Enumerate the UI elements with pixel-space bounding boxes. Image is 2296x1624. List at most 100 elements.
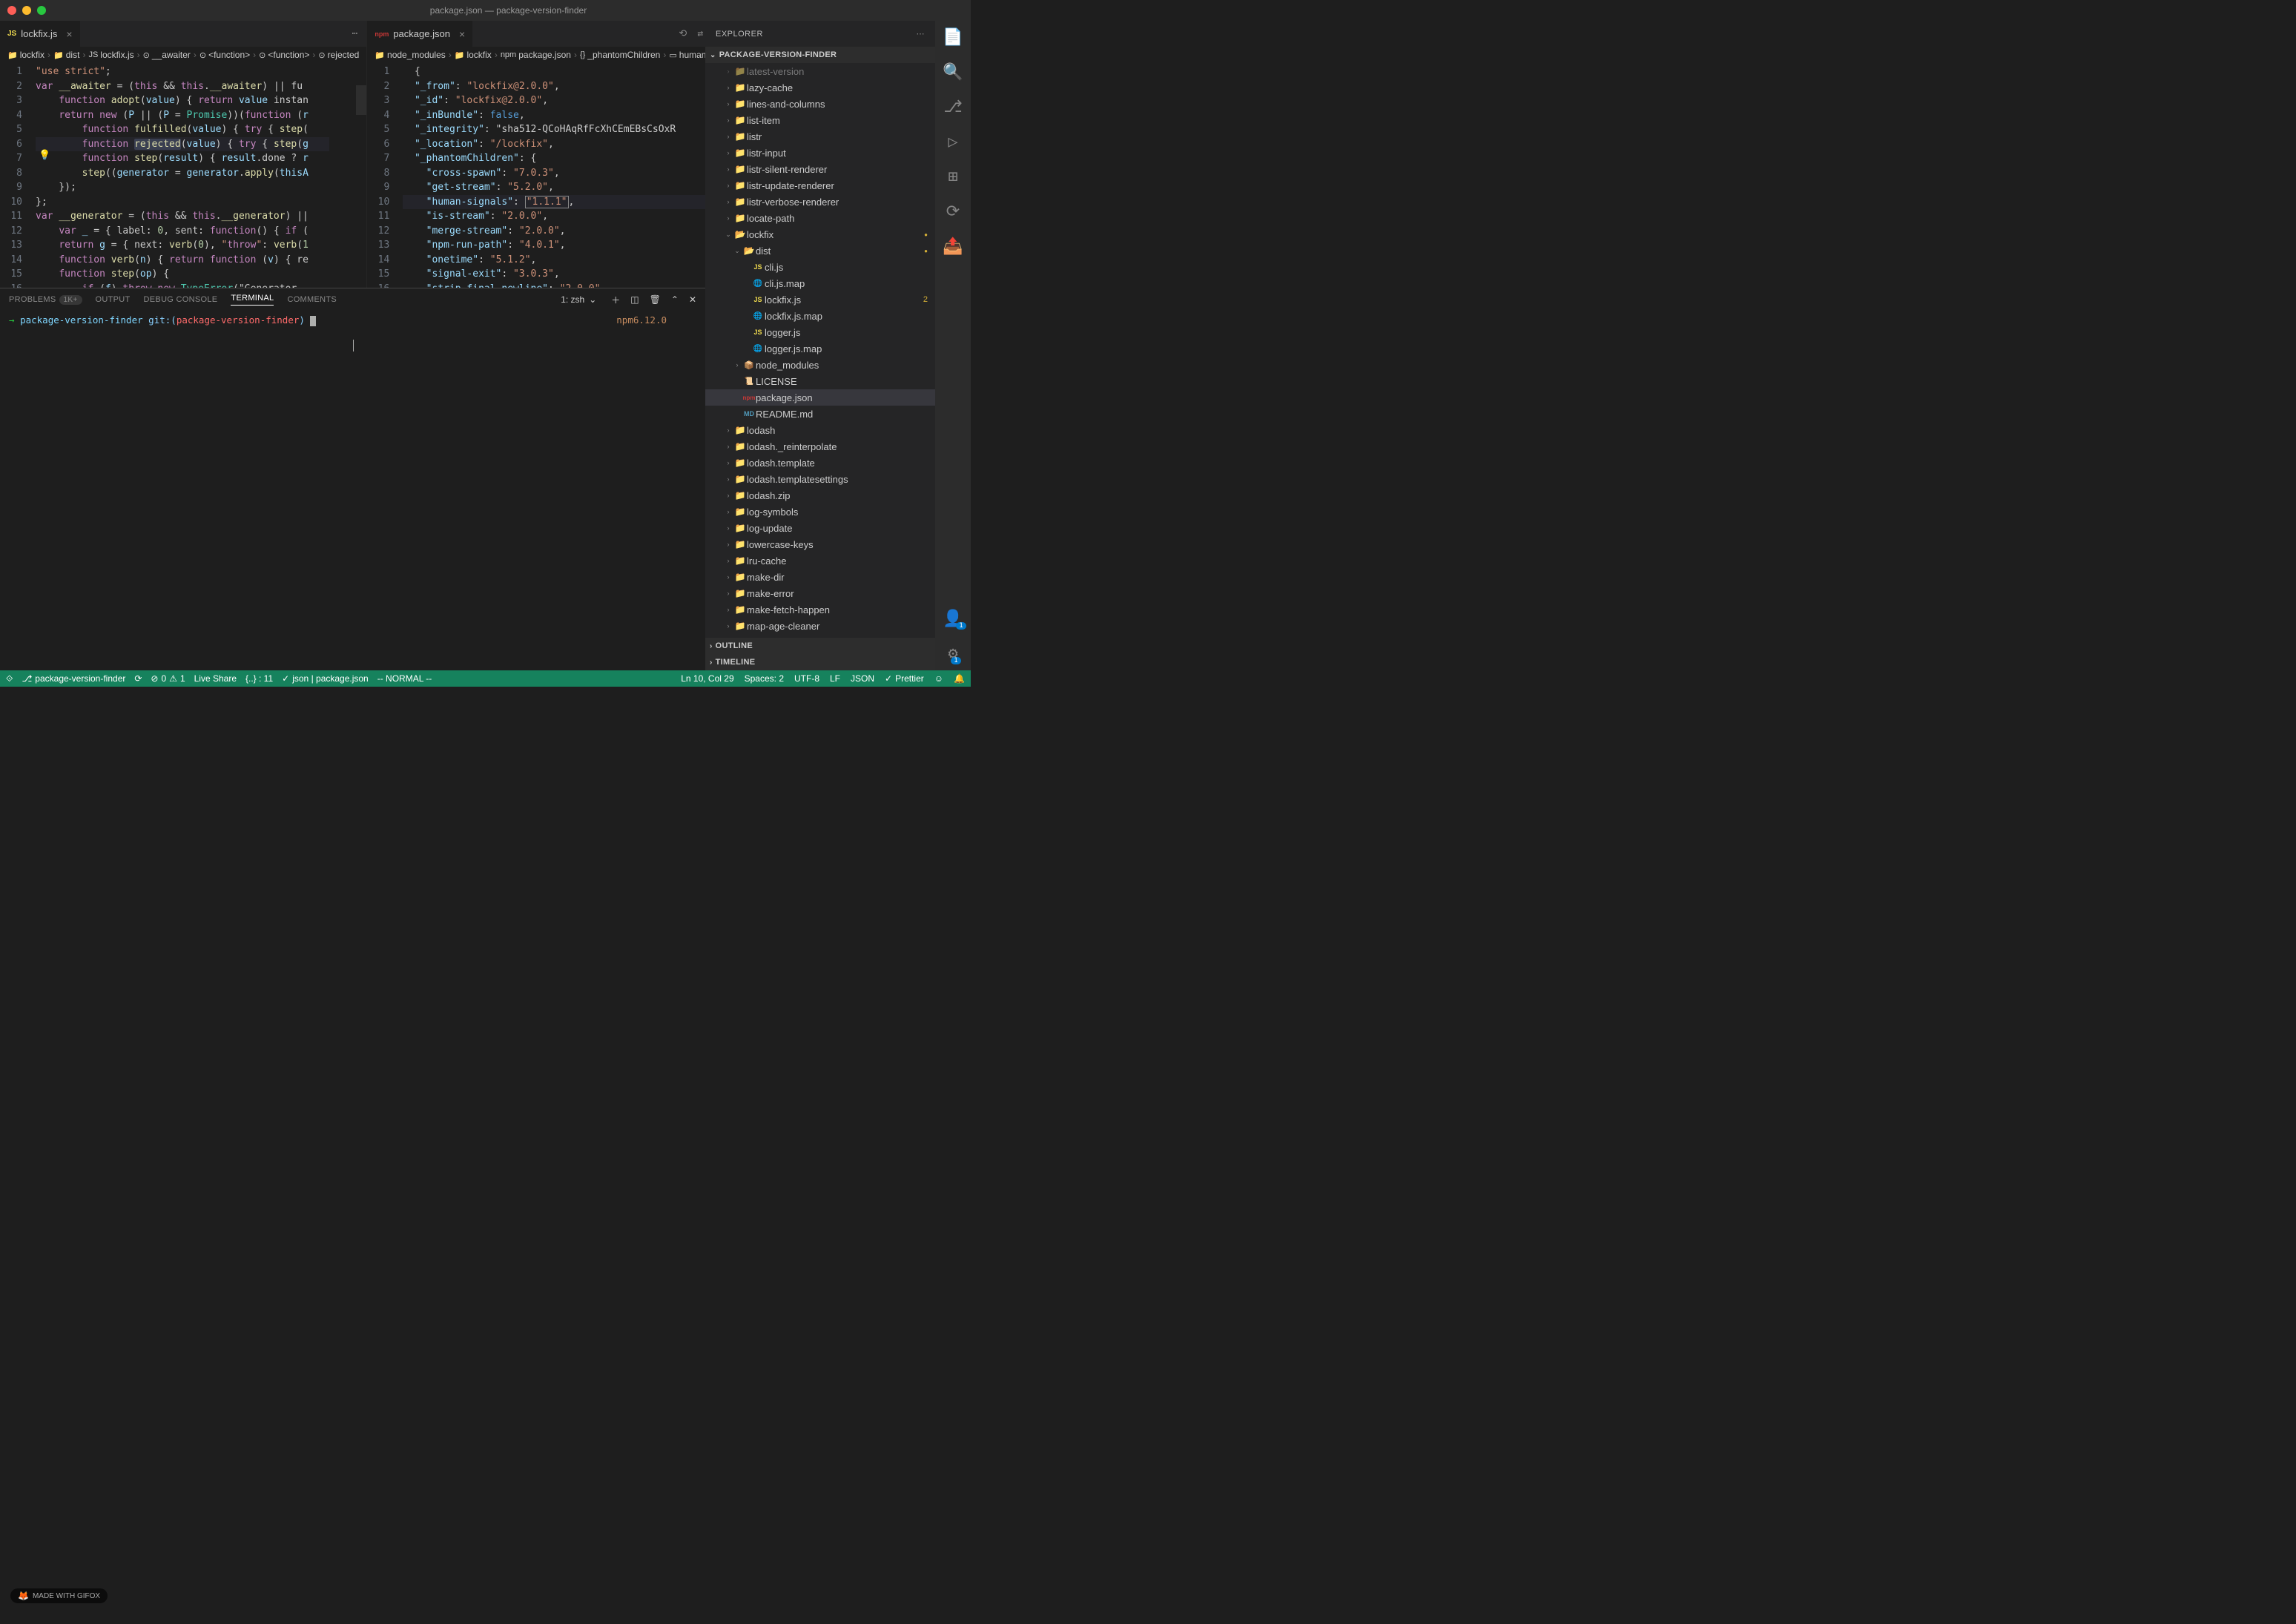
- source-control-icon[interactable]: ⎇: [943, 98, 962, 116]
- file-tree-item[interactable]: 🌐cli.js.map: [705, 275, 935, 291]
- cursor-position[interactable]: Ln 10, Col 29: [681, 673, 733, 684]
- file-tree-item[interactable]: ›📁latest-version: [705, 63, 935, 79]
- more-icon[interactable]: ⋯: [352, 28, 358, 39]
- file-tree-item[interactable]: JSlockfix.js2: [705, 291, 935, 308]
- file-tree-item[interactable]: ⌄📂lockfix●: [705, 226, 935, 242]
- remote-icon[interactable]: ⟳: [946, 202, 960, 221]
- file-tree-item[interactable]: ›📁listr-silent-renderer: [705, 161, 935, 177]
- indentation[interactable]: Spaces: 2: [745, 673, 784, 684]
- panel-close-icon[interactable]: ✕: [689, 294, 696, 305]
- problems-status[interactable]: ⊘ 0 ⚠ 1: [151, 673, 185, 684]
- breadcrumb-item[interactable]: ▭human-signals: [669, 50, 705, 60]
- compare-icon[interactable]: ⇄: [697, 28, 703, 39]
- file-type-status[interactable]: ✓ json | package.json: [282, 673, 369, 684]
- breadcrumb-item[interactable]: 📁node_modules: [375, 50, 445, 60]
- prettier-status[interactable]: ✓ Prettier: [885, 673, 924, 684]
- file-tree-item[interactable]: 📜LICENSE: [705, 373, 935, 389]
- settings-icon[interactable]: ⚙1: [948, 644, 957, 663]
- breadcrumb-item[interactable]: ⊙<function>: [259, 50, 309, 60]
- history-icon[interactable]: ⟲: [679, 28, 687, 39]
- file-tree-item[interactable]: JScli.js: [705, 259, 935, 275]
- breadcrumb-item[interactable]: ⊙__awaiter: [143, 50, 191, 60]
- breadcrumb-item[interactable]: JSlockfix.js: [88, 50, 133, 60]
- terminal[interactable]: → package-version-finder git:(package-ve…: [0, 311, 705, 670]
- split-terminal-icon[interactable]: ◫: [630, 294, 639, 305]
- code-area-left[interactable]: 💡 12345678910111213141516 "use strict";v…: [0, 63, 366, 288]
- close-tab-icon[interactable]: ×: [459, 28, 465, 40]
- tab-lockfix-js[interactable]: JS lockfix.js ×: [0, 21, 81, 47]
- file-tree-item[interactable]: ›📁make-error: [705, 585, 935, 601]
- file-tree-item[interactable]: JSlogger.js: [705, 324, 935, 340]
- breadcrumb-item[interactable]: 📁lockfix: [7, 50, 44, 60]
- tab-package-json[interactable]: npm package.json ×: [367, 21, 473, 47]
- explorer-root[interactable]: ⌄ PACKAGE-VERSION-FINDER: [705, 47, 935, 63]
- feedback-icon[interactable]: ☺: [934, 673, 943, 684]
- file-tree-item[interactable]: ›📁listr-update-renderer: [705, 177, 935, 194]
- file-tree-item[interactable]: ›📁listr-verbose-renderer: [705, 194, 935, 210]
- new-terminal-icon[interactable]: ＋: [611, 294, 620, 306]
- minimap-left[interactable]: [329, 63, 366, 288]
- file-tree-item[interactable]: ›📁locate-path: [705, 210, 935, 226]
- file-tree-item[interactable]: ›📁listr-input: [705, 145, 935, 161]
- file-tree-item[interactable]: ›📁make-fetch-happen: [705, 601, 935, 618]
- live-share[interactable]: Live Share: [194, 673, 237, 684]
- file-tree-item[interactable]: 🌐lockfix.js.map: [705, 308, 935, 324]
- file-tree-item[interactable]: ›📁lodash.templatesettings: [705, 471, 935, 487]
- minimize-window-button[interactable]: [22, 6, 31, 15]
- breadcrumb-item[interactable]: {}_phantomChildren: [580, 50, 660, 60]
- panel-tab-comments[interactable]: COMMENTS: [287, 295, 337, 304]
- explorer-icon[interactable]: 📄: [943, 28, 963, 47]
- breadcrumb-item[interactable]: 📁dist: [53, 50, 79, 60]
- file-tree-item[interactable]: npmpackage.json: [705, 389, 935, 406]
- file-tree-item[interactable]: ›📁lowercase-keys: [705, 536, 935, 552]
- code-right[interactable]: { "_from": "lockfix@2.0.0", "_id": "lock…: [403, 63, 705, 288]
- account-icon[interactable]: 👤1: [943, 610, 963, 628]
- file-tree-item[interactable]: ›📁lru-cache: [705, 552, 935, 569]
- breadcrumbs-right[interactable]: 📁node_modules›📁lockfix›npmpackage.json›{…: [367, 47, 705, 63]
- file-tree-item[interactable]: ›📁log-update: [705, 520, 935, 536]
- file-tree-item[interactable]: MDREADME.md: [705, 406, 935, 422]
- timeline-section[interactable]: › TIMELINE: [705, 654, 935, 670]
- breadcrumbs-left[interactable]: 📁lockfix›📁dist›JSlockfix.js›⊙__awaiter›⊙…: [0, 47, 366, 63]
- bell-icon[interactable]: 🔔: [954, 673, 965, 684]
- file-tree-item[interactable]: ⌄📂dist●: [705, 242, 935, 259]
- file-tree-item[interactable]: ›📁map-age-cleaner: [705, 618, 935, 634]
- breadcrumb-item[interactable]: npmpackage.json: [501, 50, 571, 60]
- run-debug-icon[interactable]: ▷: [948, 133, 957, 151]
- file-tree-item[interactable]: ›📁lazy-cache: [705, 79, 935, 96]
- encoding[interactable]: UTF-8: [794, 673, 819, 684]
- breadcrumb-item[interactable]: ⊙rejected: [318, 50, 359, 60]
- share-icon[interactable]: 📤: [943, 237, 963, 256]
- eol[interactable]: LF: [830, 673, 840, 684]
- kill-terminal-icon[interactable]: 🗑: [650, 294, 661, 305]
- search-icon[interactable]: 🔍: [943, 63, 963, 82]
- lightbulb-icon[interactable]: 💡: [39, 150, 50, 161]
- panel-tab-problems[interactable]: PROBLEMS1K+: [9, 295, 82, 304]
- spell-status[interactable]: {..} : 11: [245, 673, 273, 684]
- breadcrumb-item[interactable]: ⊙<function>: [199, 50, 250, 60]
- file-tree-item[interactable]: ›📁log-symbols: [705, 504, 935, 520]
- extensions-icon[interactable]: ⊞: [948, 168, 957, 186]
- panel-tab-debug[interactable]: DEBUG CONSOLE: [144, 295, 218, 304]
- file-tree-item[interactable]: ›📁make-dir: [705, 569, 935, 585]
- breadcrumb-item[interactable]: 📁lockfix: [455, 50, 492, 60]
- maximize-window-button[interactable]: [37, 6, 46, 15]
- file-tree-item[interactable]: ›📁lodash: [705, 422, 935, 438]
- remote-indicator[interactable]: ⟐: [6, 673, 13, 684]
- file-tree-item[interactable]: ›📁lodash.zip: [705, 487, 935, 504]
- code-left[interactable]: "use strict";var __awaiter = (this && th…: [36, 63, 329, 288]
- file-tree-item[interactable]: ›📦node_modules: [705, 357, 935, 373]
- sync-icon[interactable]: ⟳: [134, 673, 142, 684]
- terminal-select[interactable]: 1: zsh⌄: [556, 294, 601, 305]
- explorer-more-icon[interactable]: ⋯: [917, 29, 926, 39]
- file-tree-item[interactable]: ›📁list-item: [705, 112, 935, 128]
- panel-tab-terminal[interactable]: TERMINAL: [231, 294, 274, 306]
- file-tree-item[interactable]: ›📁lodash._reinterpolate: [705, 438, 935, 455]
- file-tree-item[interactable]: ›📁listr: [705, 128, 935, 145]
- file-tree-item[interactable]: 🌐logger.js.map: [705, 340, 935, 357]
- file-tree-item[interactable]: ›📁lines-and-columns: [705, 96, 935, 112]
- code-area-right[interactable]: 12345678910111213141516 { "_from": "lock…: [367, 63, 705, 288]
- close-window-button[interactable]: [7, 6, 16, 15]
- panel-tab-output[interactable]: OUTPUT: [96, 295, 131, 304]
- panel-up-icon[interactable]: ⌃: [671, 294, 679, 305]
